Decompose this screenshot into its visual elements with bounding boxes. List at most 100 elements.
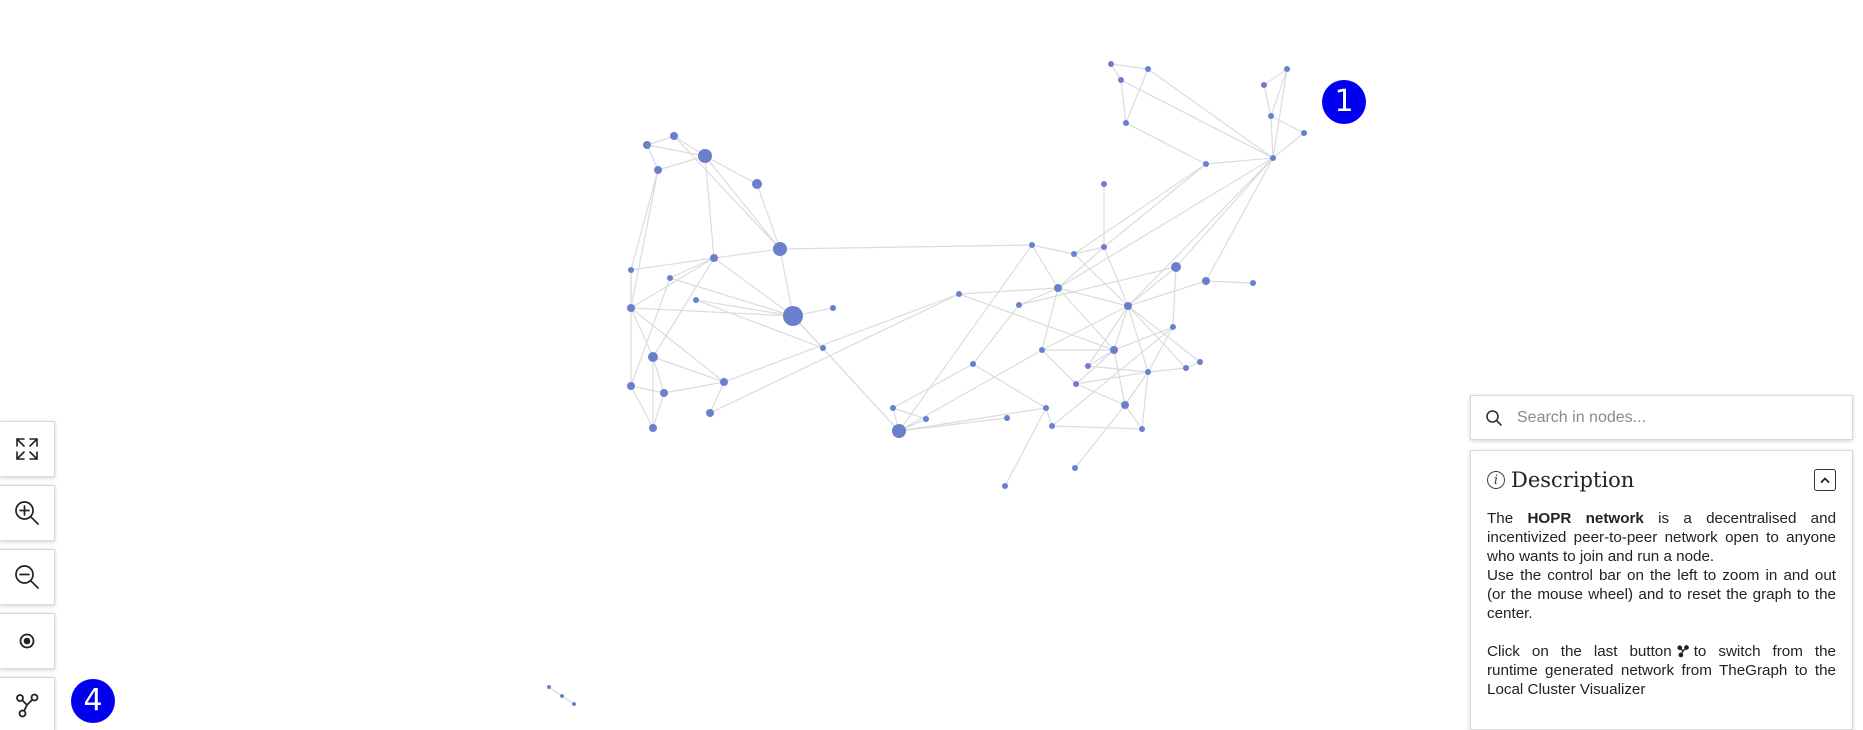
graph-edge [1051, 425, 1143, 430]
graph-edge [1110, 63, 1149, 70]
graph-node[interactable] [648, 352, 658, 362]
graph-node[interactable] [773, 242, 787, 256]
graph-node[interactable] [1170, 324, 1176, 330]
graph-edge [657, 155, 706, 171]
graph-node[interactable] [1029, 242, 1035, 248]
graph-node[interactable] [1085, 363, 1091, 369]
graph-node[interactable] [710, 254, 718, 262]
graph-edge [1141, 371, 1149, 430]
graph-edge [1057, 246, 1105, 289]
graph-edge [958, 287, 1059, 295]
graph-edge [704, 155, 758, 185]
graph-node[interactable] [1202, 277, 1210, 285]
graph-node[interactable] [1197, 359, 1203, 365]
graph-edge [1172, 266, 1177, 328]
graph-node[interactable] [1123, 120, 1129, 126]
graph-edge [1270, 115, 1305, 134]
graph-node[interactable] [892, 424, 906, 438]
graph-node[interactable] [1054, 284, 1062, 292]
graph-node[interactable] [1110, 346, 1118, 354]
graph-node[interactable] [560, 694, 564, 698]
graph-node[interactable] [1261, 82, 1267, 88]
fullscreen-button[interactable] [0, 421, 55, 477]
graph-node[interactable] [1270, 155, 1276, 161]
graph-node[interactable] [1145, 66, 1151, 72]
p1-pre-text: The [1487, 510, 1528, 527]
graph-node[interactable] [1284, 66, 1290, 72]
graph-node[interactable] [1124, 302, 1132, 310]
graph-node[interactable] [1049, 423, 1055, 429]
graph-node[interactable] [1301, 130, 1307, 136]
graph-node[interactable] [670, 132, 678, 140]
graph-node[interactable] [654, 166, 662, 174]
graph-edge [652, 392, 665, 429]
graph-node[interactable] [667, 275, 673, 281]
description-title: i Description [1487, 468, 1634, 492]
graph-node[interactable] [1183, 365, 1189, 371]
description-body: The HOPR network is a decentralised and … [1487, 509, 1836, 699]
graph-node[interactable] [1268, 113, 1274, 119]
annotation-marker-4: 4 [71, 679, 115, 723]
graph-node[interactable] [1002, 483, 1008, 489]
graph-edge [630, 169, 659, 309]
graph-node[interactable] [1071, 251, 1077, 257]
graph-edge [1270, 68, 1288, 117]
graph-node[interactable] [1073, 381, 1079, 387]
graph-edge [1263, 84, 1272, 117]
graph-node[interactable] [660, 389, 668, 397]
graph-node[interactable] [1101, 244, 1107, 250]
graph-node[interactable] [1072, 465, 1078, 471]
graph-node[interactable] [698, 149, 712, 163]
graph-edge [1120, 79, 1127, 124]
graph-node[interactable] [1121, 401, 1129, 409]
network-graph-icon [16, 693, 39, 718]
graph-node[interactable] [830, 305, 836, 311]
graph-node[interactable] [706, 409, 714, 417]
graph-node[interactable] [1039, 347, 1045, 353]
graph-node[interactable] [1016, 302, 1022, 308]
graph-node[interactable] [752, 179, 762, 189]
graph-node[interactable] [1250, 280, 1256, 286]
zoom-out-button[interactable] [0, 549, 55, 605]
graph-node[interactable] [820, 345, 826, 351]
switch-network-button[interactable] [0, 677, 55, 730]
graph-node[interactable] [627, 304, 635, 312]
graph-node[interactable] [1043, 405, 1049, 411]
graph-edge [1120, 79, 1274, 159]
graph-edge [756, 183, 781, 250]
graph-node[interactable] [1171, 262, 1181, 272]
graph-node[interactable] [572, 702, 576, 706]
graph-node[interactable] [720, 378, 728, 386]
graph-node[interactable] [1004, 415, 1010, 421]
graph-node[interactable] [628, 267, 634, 273]
graph-node[interactable] [783, 306, 803, 326]
graph-node[interactable] [1139, 426, 1145, 432]
search-input[interactable] [1515, 407, 1819, 428]
graph-node[interactable] [1108, 61, 1114, 67]
graph-node[interactable] [970, 361, 976, 367]
graph-edge [704, 155, 781, 250]
graph-node[interactable] [956, 291, 962, 297]
zoom-in-button[interactable] [0, 485, 55, 541]
search-box[interactable] [1470, 395, 1853, 440]
graph-node[interactable] [693, 297, 699, 303]
graph-node[interactable] [1101, 181, 1107, 187]
graph-node[interactable] [1203, 161, 1209, 167]
network-graph-icon [1677, 645, 1689, 658]
graph-edge [1272, 68, 1288, 159]
graph-edge [713, 248, 781, 259]
graph-edge [1041, 305, 1129, 351]
graph-edge [1031, 244, 1059, 289]
graph-node[interactable] [547, 685, 551, 689]
graph-node[interactable] [1118, 77, 1124, 83]
graph-node[interactable] [649, 424, 657, 432]
graph-edge [663, 381, 725, 394]
graph-node[interactable] [627, 382, 635, 390]
graph-edge [1074, 404, 1126, 469]
graph-node[interactable] [643, 141, 651, 149]
graph-node[interactable] [923, 416, 929, 422]
collapse-button[interactable] [1814, 469, 1836, 491]
reset-center-button[interactable] [0, 613, 55, 669]
graph-node[interactable] [1145, 369, 1151, 375]
graph-node[interactable] [890, 405, 896, 411]
